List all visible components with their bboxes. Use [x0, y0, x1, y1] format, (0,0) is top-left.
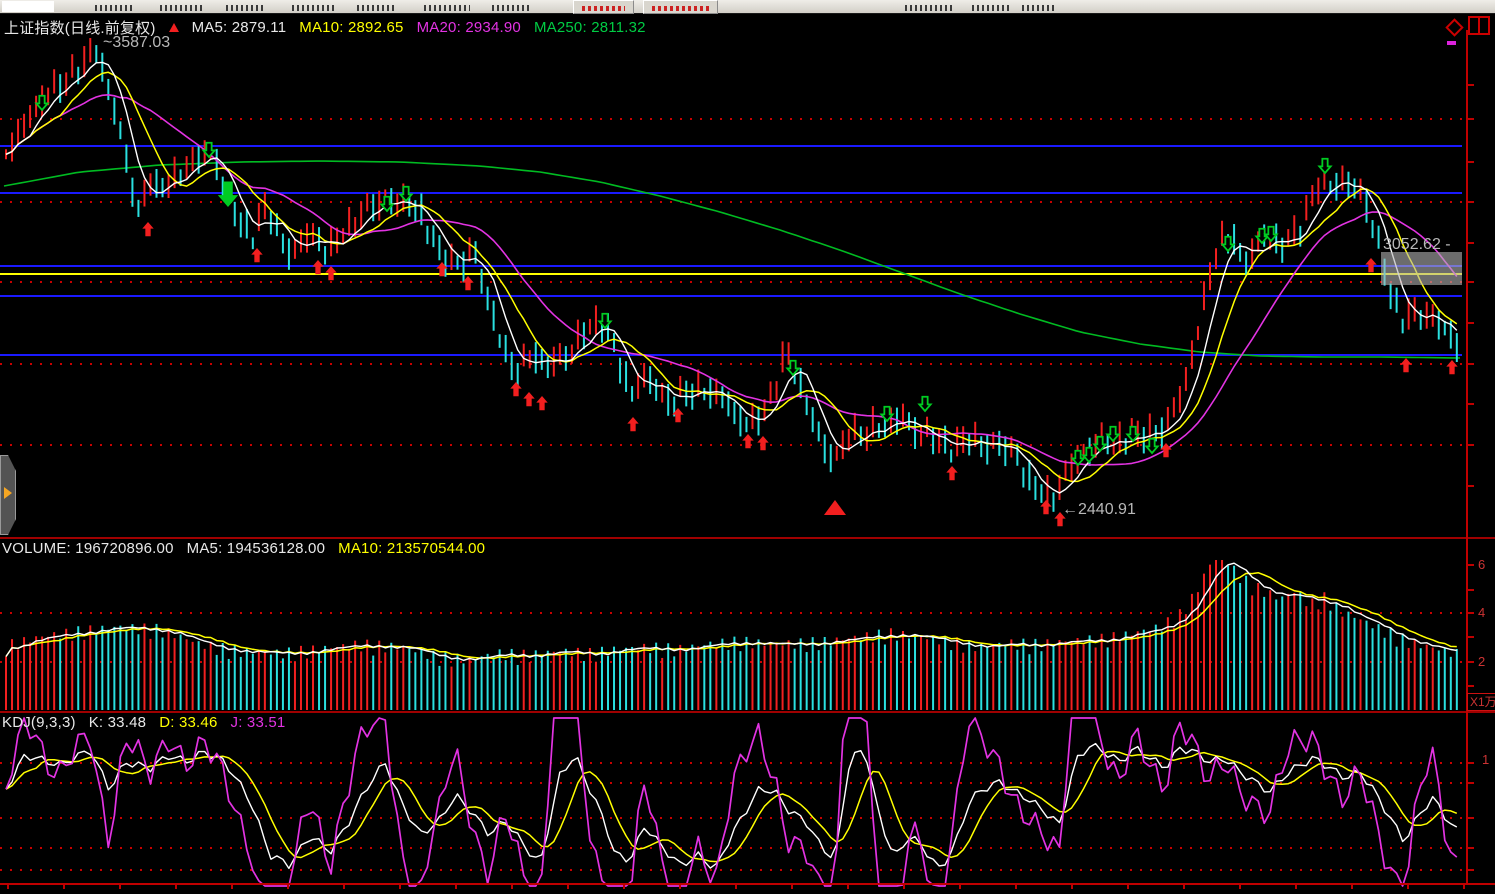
menubar-item-fragment[interactable]: [1022, 5, 1056, 11]
current-price-annotation: 3052.62 -: [1383, 236, 1451, 254]
ma10-value: MA10: 2892.65: [299, 19, 403, 36]
menubar-item-fragment[interactable]: [424, 5, 470, 11]
menubar-item-fragment[interactable]: [160, 5, 202, 11]
menu-bar: [0, 0, 1495, 14]
menubar-item-fragment[interactable]: [357, 5, 397, 11]
logo-box: [2, 1, 54, 12]
kdj-label: KDJ(9,3,3): [2, 714, 76, 731]
ma5-value: MA5: 2879.11: [192, 19, 287, 36]
volume-ma10-value: MA10: 213570544.00: [338, 540, 485, 557]
menubar-item-fragment[interactable]: [95, 5, 135, 11]
sidebar-expand-tab[interactable]: [0, 455, 16, 535]
volume-value: VOLUME: 196720896.00: [2, 540, 174, 557]
volume-ma5-value: MA5: 194536128.00: [187, 540, 326, 557]
menubar-item-fragment[interactable]: [492, 5, 530, 11]
menubar-item-fragment[interactable]: [972, 5, 1012, 11]
main-chart-header: 上证指数(日线.前复权) MA5: 2879.11 MA10: 2892.65 …: [4, 17, 646, 38]
volume-unit-box: X1万: [1467, 693, 1495, 711]
trough-price-annotation: ←2440.91: [1062, 501, 1136, 519]
volume-axis-label-4: 4: [1478, 605, 1485, 620]
menubar-item-fragment[interactable]: [292, 5, 336, 11]
kdj-header: KDJ(9,3,3) K: 33.48 D: 33.46 J: 33.51: [2, 714, 285, 731]
magenta-marker: [1447, 41, 1456, 45]
kdj-d-value: D: 33.46: [159, 714, 217, 731]
kdj-k-value: K: 33.48: [89, 714, 146, 731]
ma250-value: MA250: 2811.32: [534, 19, 646, 36]
chart-canvas[interactable]: [0, 0, 1495, 894]
menubar-item-fragment[interactable]: [226, 5, 266, 11]
volume-header: VOLUME: 196720896.00 MA5: 194536128.00 M…: [2, 540, 485, 557]
ma20-value: MA20: 2934.90: [417, 19, 521, 36]
kdj-j-value: J: 33.51: [231, 714, 286, 731]
peak-price-annotation: ~3587.03: [103, 34, 170, 52]
volume-axis-label-6: 6: [1478, 557, 1485, 572]
kdj-axis-label: 1: [1482, 752, 1489, 767]
volume-axis-label-2: 2: [1478, 654, 1485, 669]
expand-sidebar-icon: [4, 487, 18, 499]
app-window: 上证指数(日线.前复权) MA5: 2879.11 MA10: 2892.65 …: [0, 0, 1495, 894]
split-panes-icon[interactable]: [1468, 16, 1490, 35]
up-arrow-icon: [169, 18, 179, 32]
menubar-button-red-1[interactable]: [573, 0, 634, 14]
menubar-button-red-2[interactable]: [643, 0, 718, 14]
menubar-item-fragment[interactable]: [905, 5, 953, 11]
